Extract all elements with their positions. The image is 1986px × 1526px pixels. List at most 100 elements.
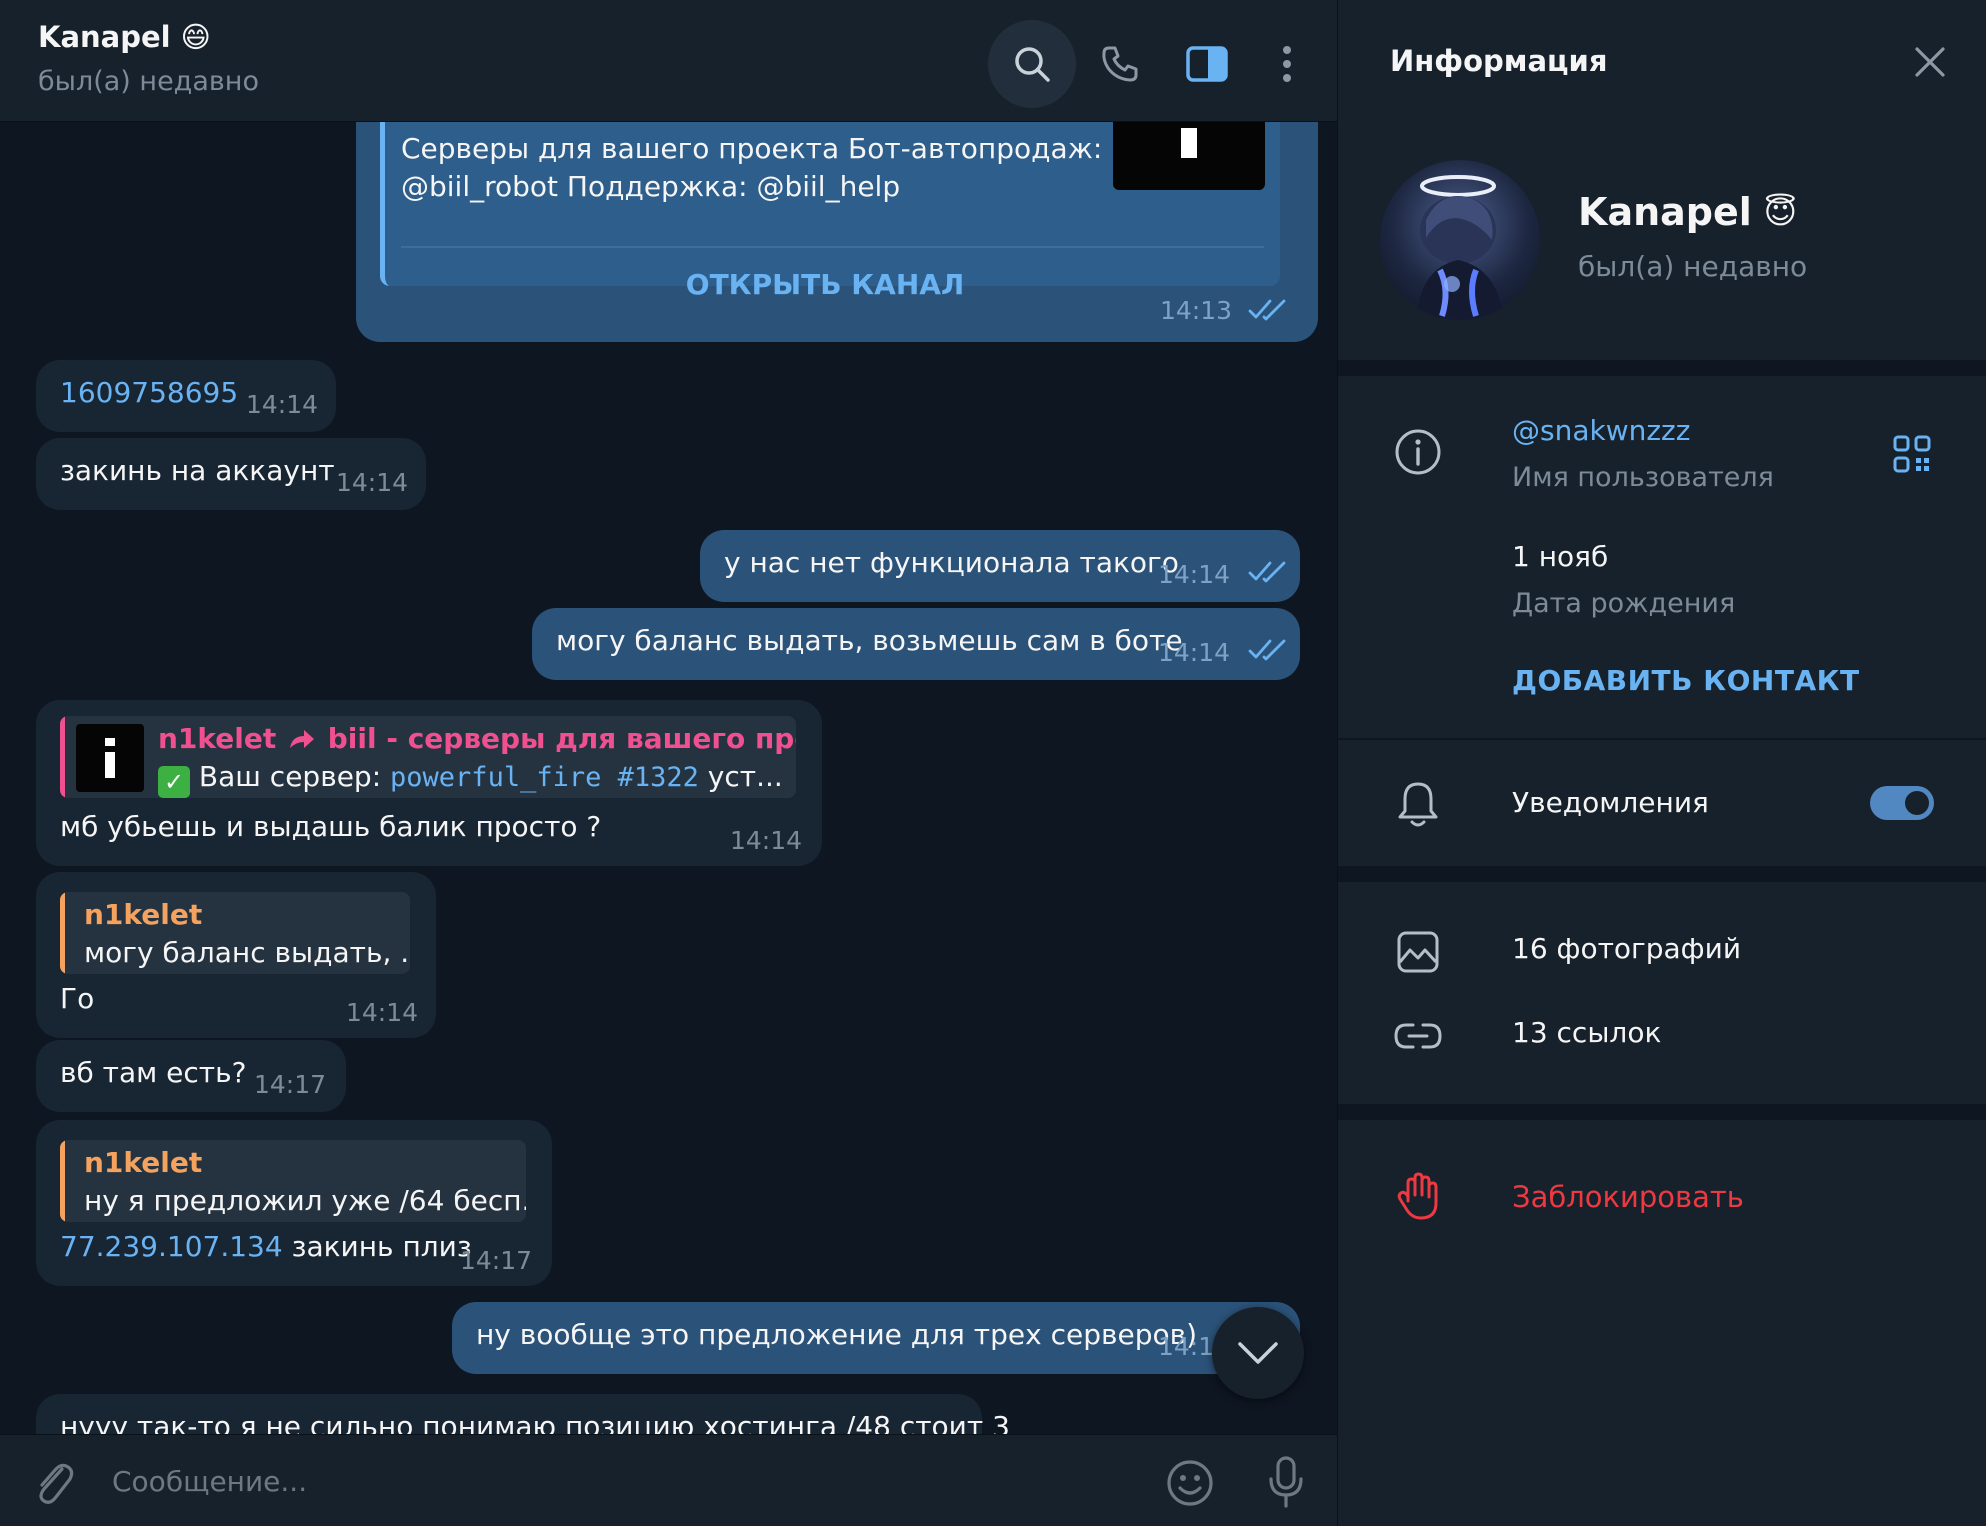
more-icon [1283,46,1291,82]
incoming-message[interactable]: n1kelet biil - серверы для вашего проект… [36,700,822,866]
section-divider [1338,360,1986,376]
bell-icon [1390,776,1446,832]
block-user-button[interactable]: Заблокировать [1512,1180,1744,1214]
outgoing-message[interactable]: у нас нет функционала такого 14:14 [700,530,1300,602]
reply-text-suffix: уст... [698,760,783,793]
open-channel-button[interactable]: ОТКРЫТЬ КАНАЛ [385,266,1265,304]
notifications-label: Уведомления [1512,786,1709,819]
reply-text: ну я предложил уже /64 бесп... [84,1184,526,1217]
voice-button[interactable] [1258,1453,1314,1511]
section-divider [1338,866,1986,882]
chat-title-text: Kanapel [38,20,171,54]
message-time: 14:14 [730,826,803,855]
section-divider [1338,1104,1986,1120]
call-button[interactable] [1076,20,1164,108]
reply-sender: n1kelet [84,1146,203,1179]
sidebar-toggle-icon [1186,46,1228,82]
close-info-button[interactable] [1898,30,1962,94]
emoji-button[interactable] [1162,1455,1218,1511]
incoming-message[interactable]: n1kelet ну я предложил уже /64 бесп... 7… [36,1120,552,1286]
outgoing-message[interactable]: могу баланс выдать, возьмешь сам в боте … [532,608,1300,680]
reply-forward-source: biil - серверы для вашего проекта [327,722,796,755]
forward-arrow-icon [290,730,314,748]
incoming-message[interactable]: вб там есть? 14:17 [36,1040,346,1112]
scroll-down-button[interactable] [1212,1307,1304,1399]
channel-thumbnail [1113,122,1265,190]
chat-status: был(а) недавно [38,66,259,97]
avatar-image [1416,175,1504,320]
check-mark-emoji: ✓ [158,766,190,798]
emoji-icon [1167,1460,1213,1506]
message-time: 14:1 [1158,1332,1215,1361]
microphone-icon [1269,1456,1303,1508]
message-time: 14:14 [346,998,419,1027]
links-count[interactable]: 13 ссылок [1512,1016,1661,1049]
message-text: Го [60,982,95,1015]
incoming-message[interactable]: 1609758695 14:14 [36,360,336,432]
channel-description-line1: Серверы для вашего проекта Бот-автопрода… [401,132,1103,165]
reply-preview[interactable]: n1kelet biil - серверы для вашего проект… [60,716,796,798]
message-text: мб убьешь и выдашь балик просто ? [60,810,602,843]
add-contact-button[interactable]: ДОБАВИТЬ КОНТАКТ [1512,664,1860,697]
username-label: Имя пользователя [1512,462,1774,493]
profile-name-emoji: 😇 [1763,193,1798,231]
chat-area: Kanapel 😄 был(а) недавно Серверы для ваш… [0,0,1337,1526]
reply-sender: n1kelet [84,898,203,931]
paperclip-icon [39,1463,74,1504]
profile-status: был(а) недавно [1578,250,1808,283]
chat-header: Kanapel 😄 был(а) недавно [0,0,1337,122]
message-text: вб там есть? [60,1056,247,1089]
photos-icon [1390,924,1446,980]
reply-preview[interactable]: n1kelet могу баланс выдать, ... [60,892,410,974]
reply-text-prefix: Ваш сервер: [198,760,391,793]
channel-description-line2: @biil_robot Поддержка: @biil_help [401,170,901,203]
reply-preview[interactable]: n1kelet ну я предложил уже /64 бесп... [60,1140,526,1222]
message-list[interactable]: Серверы для вашего проекта Бот-автопрода… [0,122,1337,1434]
double-check-icon [1248,561,1286,583]
message-input[interactable] [112,1461,1112,1501]
incoming-message[interactable]: n1kelet могу баланс выдать, ... Го 14:14 [36,872,436,1038]
message-link[interactable]: 1609758695 [60,374,238,412]
attach-button[interactable] [28,1457,80,1509]
avatar[interactable] [1380,160,1540,320]
message-text: закинь на аккаунт [60,454,335,487]
phone-icon [1102,46,1138,82]
message-time: 14:17 [460,1246,533,1275]
profile-name: Kanapel 😇 [1578,190,1797,234]
incoming-message[interactable]: закинь на аккаунт 14:14 [36,438,426,510]
reply-text: могу баланс выдать, ... [84,936,410,969]
message-time: 14:17 [254,1070,327,1099]
more-button[interactable] [1243,20,1331,108]
message-time: 14:14 [246,390,319,419]
chat-title[interactable]: Kanapel 😄 [38,20,211,54]
channel-card-message[interactable]: Серверы для вашего проекта Бот-автопрода… [356,122,1318,342]
info-panel-title: Информация [1390,44,1608,78]
birthday-label: Дата рождения [1512,588,1736,619]
composer [0,1434,1337,1526]
double-check-icon [1248,299,1286,321]
incoming-message[interactable]: нууу так-то я не сильно понимаю позицию … [36,1394,1010,1434]
notifications-toggle[interactable] [1870,786,1934,820]
outgoing-message[interactable]: ну вообще это предложение для трех серве… [452,1302,1300,1374]
message-time: 14:14 [1158,560,1231,589]
search-button[interactable] [988,20,1076,108]
qr-code-icon [1893,435,1931,473]
message-time: 14:14 [1158,638,1231,667]
double-check-icon [1248,639,1286,661]
ip-link[interactable]: 77.239.107.134 [60,1230,283,1263]
block-hand-icon [1390,1168,1446,1224]
reply-sender: n1kelet [158,722,277,755]
close-icon [1915,47,1945,77]
channel-preview[interactable]: Серверы для вашего проекта Бот-автопрода… [380,122,1280,301]
search-icon [1015,47,1050,82]
qr-code-button[interactable] [1884,426,1940,482]
message-text: у нас нет функционала такого [724,546,1179,579]
username-value[interactable]: @snakwnzzz [1512,414,1690,447]
reply-thumbnail [76,724,144,792]
message-time: 14:13 [1160,296,1233,325]
photos-count[interactable]: 16 фотографий [1512,932,1741,965]
profile-name-text: Kanapel [1578,190,1752,234]
sidebar-toggle-button[interactable] [1163,20,1251,108]
chat-title-emoji: 😄 [180,20,211,54]
message-text: закинь плиз [282,1230,472,1263]
